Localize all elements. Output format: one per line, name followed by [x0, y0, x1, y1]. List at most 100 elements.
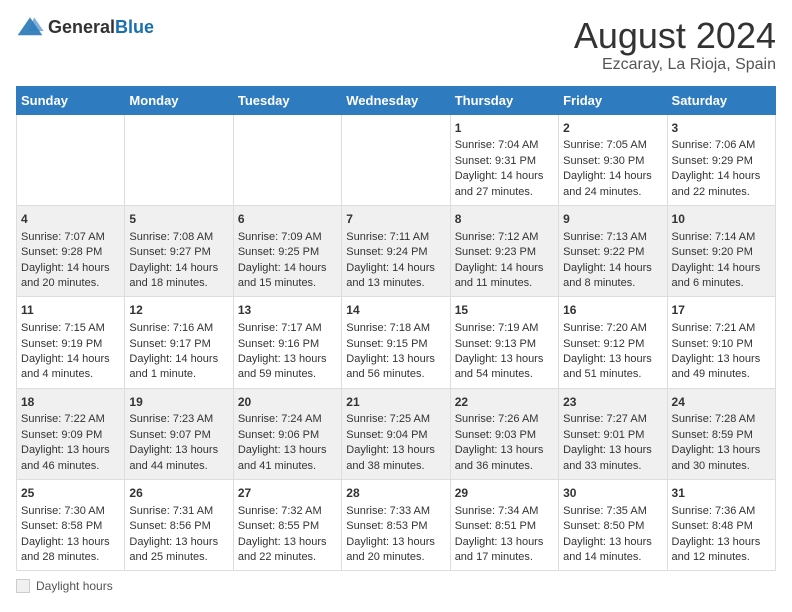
- column-header-saturday: Saturday: [667, 86, 775, 114]
- day-number: 8: [455, 211, 554, 228]
- daylight-box-icon: [16, 579, 30, 593]
- sunset-text: Sunset: 8:55 PM: [238, 520, 319, 532]
- daylight-text: Daylight: 13 hours and 28 minutes.: [21, 536, 110, 563]
- sunrise-text: Sunrise: 7:06 AM: [672, 139, 756, 151]
- sunset-text: Sunset: 9:03 PM: [455, 429, 536, 441]
- sunrise-text: Sunrise: 7:27 AM: [563, 413, 647, 425]
- daylight-text: Daylight: 13 hours and 17 minutes.: [455, 536, 544, 563]
- sunrise-text: Sunrise: 7:24 AM: [238, 413, 322, 425]
- sunset-text: Sunset: 9:19 PM: [21, 338, 102, 350]
- daylight-text: Daylight: 14 hours and 6 minutes.: [672, 262, 761, 289]
- header-row: SundayMondayTuesdayWednesdayThursdayFrid…: [17, 86, 776, 114]
- daylight-text: Daylight: 13 hours and 59 minutes.: [238, 353, 327, 380]
- sunset-text: Sunset: 9:29 PM: [672, 155, 753, 167]
- sunset-text: Sunset: 9:10 PM: [672, 338, 753, 350]
- day-cell: 19Sunrise: 7:23 AMSunset: 9:07 PMDayligh…: [125, 388, 233, 479]
- day-number: 31: [672, 485, 771, 502]
- sunrise-text: Sunrise: 7:35 AM: [563, 505, 647, 517]
- sunrise-text: Sunrise: 7:21 AM: [672, 322, 756, 334]
- daylight-text: Daylight: 13 hours and 33 minutes.: [563, 444, 652, 471]
- day-cell: 30Sunrise: 7:35 AMSunset: 8:50 PMDayligh…: [559, 480, 667, 571]
- day-cell: 9Sunrise: 7:13 AMSunset: 9:22 PMDaylight…: [559, 205, 667, 296]
- sunset-text: Sunset: 9:04 PM: [346, 429, 427, 441]
- sunrise-text: Sunrise: 7:04 AM: [455, 139, 539, 151]
- sunset-text: Sunset: 9:31 PM: [455, 155, 536, 167]
- day-number: 17: [672, 302, 771, 319]
- daylight-text: Daylight: 13 hours and 51 minutes.: [563, 353, 652, 380]
- title-block: August 2024 Ezcaray, La Rioja, Spain: [574, 16, 776, 74]
- day-number: 21: [346, 394, 445, 411]
- day-number: 10: [672, 211, 771, 228]
- daylight-text: Daylight: 13 hours and 20 minutes.: [346, 536, 435, 563]
- daylight-text: Daylight: 14 hours and 11 minutes.: [455, 262, 544, 289]
- day-cell: 25Sunrise: 7:30 AMSunset: 8:58 PMDayligh…: [17, 480, 125, 571]
- daylight-text: Daylight: 14 hours and 1 minute.: [129, 353, 218, 380]
- column-header-wednesday: Wednesday: [342, 86, 450, 114]
- logo: GeneralBlue: [16, 16, 154, 38]
- calendar-header: SundayMondayTuesdayWednesdayThursdayFrid…: [17, 86, 776, 114]
- sunrise-text: Sunrise: 7:19 AM: [455, 322, 539, 334]
- sunset-text: Sunset: 8:56 PM: [129, 520, 210, 532]
- calendar-body: 1Sunrise: 7:04 AMSunset: 9:31 PMDaylight…: [17, 114, 776, 571]
- sunrise-text: Sunrise: 7:16 AM: [129, 322, 213, 334]
- sunrise-text: Sunrise: 7:32 AM: [238, 505, 322, 517]
- sunset-text: Sunset: 9:06 PM: [238, 429, 319, 441]
- day-number: 26: [129, 485, 228, 502]
- day-cell: 5Sunrise: 7:08 AMSunset: 9:27 PMDaylight…: [125, 205, 233, 296]
- day-number: 20: [238, 394, 337, 411]
- sunrise-text: Sunrise: 7:13 AM: [563, 231, 647, 243]
- sunrise-text: Sunrise: 7:20 AM: [563, 322, 647, 334]
- sunrise-text: Sunrise: 7:34 AM: [455, 505, 539, 517]
- day-cell: 2Sunrise: 7:05 AMSunset: 9:30 PMDaylight…: [559, 114, 667, 205]
- day-number: 14: [346, 302, 445, 319]
- day-cell: 12Sunrise: 7:16 AMSunset: 9:17 PMDayligh…: [125, 297, 233, 388]
- day-number: 30: [563, 485, 662, 502]
- sunrise-text: Sunrise: 7:36 AM: [672, 505, 756, 517]
- day-cell: 6Sunrise: 7:09 AMSunset: 9:25 PMDaylight…: [233, 205, 341, 296]
- sunset-text: Sunset: 8:53 PM: [346, 520, 427, 532]
- page-header: GeneralBlue August 2024 Ezcaray, La Rioj…: [16, 16, 776, 74]
- day-cell: 16Sunrise: 7:20 AMSunset: 9:12 PMDayligh…: [559, 297, 667, 388]
- sunrise-text: Sunrise: 7:30 AM: [21, 505, 105, 517]
- logo-general: General: [48, 17, 115, 37]
- day-cell: 15Sunrise: 7:19 AMSunset: 9:13 PMDayligh…: [450, 297, 558, 388]
- sunrise-text: Sunrise: 7:22 AM: [21, 413, 105, 425]
- sunrise-text: Sunrise: 7:25 AM: [346, 413, 430, 425]
- day-cell: 21Sunrise: 7:25 AMSunset: 9:04 PMDayligh…: [342, 388, 450, 479]
- week-row-5: 25Sunrise: 7:30 AMSunset: 8:58 PMDayligh…: [17, 480, 776, 571]
- sunset-text: Sunset: 9:17 PM: [129, 338, 210, 350]
- sunset-text: Sunset: 8:50 PM: [563, 520, 644, 532]
- day-cell: 14Sunrise: 7:18 AMSunset: 9:15 PMDayligh…: [342, 297, 450, 388]
- day-number: 5: [129, 211, 228, 228]
- day-cell: 13Sunrise: 7:17 AMSunset: 9:16 PMDayligh…: [233, 297, 341, 388]
- column-header-monday: Monday: [125, 86, 233, 114]
- logo-icon: [16, 16, 44, 38]
- day-number: 6: [238, 211, 337, 228]
- daylight-text: Daylight: 13 hours and 12 minutes.: [672, 536, 761, 563]
- sunrise-text: Sunrise: 7:17 AM: [238, 322, 322, 334]
- sunset-text: Sunset: 9:30 PM: [563, 155, 644, 167]
- daylight-text: Daylight: 14 hours and 24 minutes.: [563, 170, 652, 197]
- day-cell: 3Sunrise: 7:06 AMSunset: 9:29 PMDaylight…: [667, 114, 775, 205]
- sunrise-text: Sunrise: 7:15 AM: [21, 322, 105, 334]
- sunset-text: Sunset: 9:25 PM: [238, 246, 319, 258]
- day-number: 23: [563, 394, 662, 411]
- day-number: 13: [238, 302, 337, 319]
- week-row-3: 11Sunrise: 7:15 AMSunset: 9:19 PMDayligh…: [17, 297, 776, 388]
- day-cell: 26Sunrise: 7:31 AMSunset: 8:56 PMDayligh…: [125, 480, 233, 571]
- day-cell: [17, 114, 125, 205]
- daylight-text: Daylight: 13 hours and 46 minutes.: [21, 444, 110, 471]
- sunrise-text: Sunrise: 7:28 AM: [672, 413, 756, 425]
- sunset-text: Sunset: 9:20 PM: [672, 246, 753, 258]
- day-cell: 17Sunrise: 7:21 AMSunset: 9:10 PMDayligh…: [667, 297, 775, 388]
- day-number: 18: [21, 394, 120, 411]
- day-number: 3: [672, 120, 771, 137]
- daylight-text: Daylight: 13 hours and 44 minutes.: [129, 444, 218, 471]
- sunrise-text: Sunrise: 7:09 AM: [238, 231, 322, 243]
- sunset-text: Sunset: 9:24 PM: [346, 246, 427, 258]
- day-number: 2: [563, 120, 662, 137]
- day-number: 25: [21, 485, 120, 502]
- day-number: 15: [455, 302, 554, 319]
- day-number: 4: [21, 211, 120, 228]
- footer-note: Daylight hours: [16, 579, 776, 593]
